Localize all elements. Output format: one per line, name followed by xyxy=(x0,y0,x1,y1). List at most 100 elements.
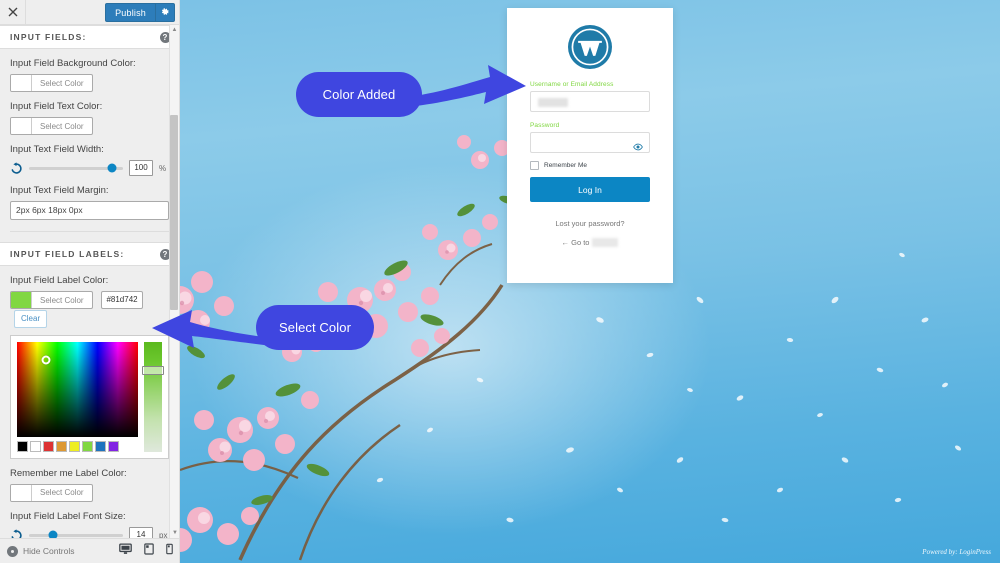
scroll-down-arrow-icon[interactable]: ▼ xyxy=(170,528,179,538)
control-input-text-field-margin: Input Text Field Margin: 2px 6px 18px 0p… xyxy=(0,176,179,221)
password-input[interactable] xyxy=(530,132,650,153)
control-remember-me-label-color: Remember me Label Color: Select Color xyxy=(0,459,179,502)
tablet-glyph xyxy=(144,543,154,555)
desktop-glyph xyxy=(119,543,132,554)
customizer-footer: Hide Controls xyxy=(0,538,179,563)
select-color-button[interactable]: Select Color xyxy=(10,117,93,136)
gear-glyph xyxy=(161,8,169,15)
picker-left xyxy=(17,341,138,452)
username-input[interactable] xyxy=(530,91,650,112)
section-title: INPUT FIELDS: xyxy=(10,32,87,42)
sidebar-scrollbar[interactable]: ▲ ▼ xyxy=(169,25,179,538)
control-label: Input Field Label Font Size: xyxy=(10,511,126,523)
control-label: Input Field Text Color: xyxy=(10,101,103,113)
swatch-orange[interactable] xyxy=(56,440,67,452)
reset-icon[interactable] xyxy=(10,162,23,175)
lost-password-link[interactable]: Lost your password? xyxy=(530,219,650,228)
control-label: Input Field Label Color: xyxy=(10,275,109,287)
divider xyxy=(10,231,169,233)
color-swatch-preview xyxy=(11,292,32,309)
blossom-branch-left xyxy=(180,243,504,561)
login-links: Lost your password? ← Go to xyxy=(530,202,650,250)
picker-cursor[interactable] xyxy=(41,355,51,365)
select-color-label: Select Color xyxy=(40,295,84,305)
select-color-button[interactable]: Select Color xyxy=(10,291,93,310)
hex-value-input[interactable]: #81d742 xyxy=(101,291,144,310)
device-preview-switcher xyxy=(119,542,173,560)
slider-value-input[interactable]: 100 xyxy=(129,160,153,177)
saturation-value-box[interactable] xyxy=(17,341,138,437)
swatch-red[interactable] xyxy=(43,440,54,452)
slider-track[interactable] xyxy=(29,530,123,538)
sidebar-controls: INPUT FIELDS: ? Input Field Background C… xyxy=(0,25,179,538)
close-x-glyph xyxy=(8,7,17,17)
customizer-sidebar: Publish INPUT FIELDS: ? Input Field Back… xyxy=(0,0,180,563)
slider-row: 100 % xyxy=(10,160,169,177)
select-color-button[interactable]: Select Color xyxy=(10,483,93,502)
login-form-card: Username or Email Address Password Remem… xyxy=(507,8,673,283)
wordpress-logo-icon[interactable] xyxy=(568,25,612,69)
eye-icon[interactable] xyxy=(633,138,643,156)
hide-controls-icon xyxy=(7,545,18,557)
control-label: Remember me Label Color: xyxy=(10,467,127,479)
desktop-icon[interactable] xyxy=(119,542,132,560)
section-header-input-fields[interactable]: INPUT FIELDS: ? xyxy=(0,25,179,49)
slider-track[interactable] xyxy=(29,163,123,173)
hue-slider-handle[interactable] xyxy=(142,366,164,376)
customizer-screen: Publish INPUT FIELDS: ? Input Field Back… xyxy=(0,0,1000,563)
slider-knob[interactable] xyxy=(48,530,58,538)
color-swatch-preview xyxy=(11,484,32,501)
control-input-text-field-width: Input Text Field Width: 100 % xyxy=(0,135,179,177)
powered-by-label: Powered by: LoginPress xyxy=(922,548,991,556)
control-input-field-background-color: Input Field Background Color: Select Col… xyxy=(0,49,179,92)
slider-unit: % xyxy=(159,163,167,173)
hue-slider-strip[interactable] xyxy=(142,341,164,452)
select-color-label: Select Color xyxy=(40,78,84,88)
sidebar-scroll-area[interactable]: INPUT FIELDS: ? Input Field Background C… xyxy=(0,25,179,538)
publish-group: Publish xyxy=(105,2,175,22)
margin-text-input[interactable]: 2px 6px 18px 0px xyxy=(10,201,169,221)
gear-icon[interactable] xyxy=(155,2,175,22)
swatch-green[interactable] xyxy=(82,440,93,452)
control-input-field-label-font-size: Input Field Label Font Size: 14 px xyxy=(0,502,179,538)
callout-text: Color Added xyxy=(322,87,396,102)
logo-area xyxy=(507,8,673,69)
go-to-site-link[interactable]: ← Go to xyxy=(562,238,619,247)
color-swatch-preview xyxy=(11,118,32,135)
section-header-input-field-labels[interactable]: INPUT FIELD LABELS: ? xyxy=(0,242,179,267)
arrow-color-added xyxy=(415,65,526,106)
close-icon[interactable] xyxy=(0,0,26,24)
tablet-icon[interactable] xyxy=(144,542,154,560)
swatch-purple[interactable] xyxy=(108,440,119,452)
callout-text: Select Color xyxy=(278,320,351,335)
mobile-icon[interactable] xyxy=(166,542,173,560)
control-label: Input Field Background Color: xyxy=(10,58,136,69)
swatch-black[interactable] xyxy=(17,440,28,452)
remember-me-row: Remember Me xyxy=(530,161,650,170)
falling-petals xyxy=(376,246,962,523)
control-input-field-text-color: Input Field Text Color: Select Color xyxy=(0,92,179,136)
swatch-blue[interactable] xyxy=(95,440,106,452)
remember-me-label: Remember Me xyxy=(544,162,587,169)
clear-button[interactable]: Clear xyxy=(14,309,48,328)
hide-controls-button[interactable]: Hide Controls xyxy=(7,545,75,557)
remember-me-checkbox[interactable] xyxy=(530,161,539,170)
slider-value-input[interactable]: 14 xyxy=(129,527,153,538)
publish-button[interactable]: Publish xyxy=(105,2,155,22)
control-label: Input Text Field Width: xyxy=(10,144,104,156)
hue-strip-gradient xyxy=(144,341,162,452)
select-color-label: Select Color xyxy=(40,121,84,131)
scroll-up-arrow-icon[interactable]: ▲ xyxy=(170,25,179,35)
swatch-white[interactable] xyxy=(30,440,41,452)
slider-knob[interactable] xyxy=(107,163,117,173)
reset-icon[interactable] xyxy=(10,528,23,538)
hide-controls-label: Hide Controls xyxy=(23,546,75,556)
site-name-redacted xyxy=(592,238,619,247)
select-color-button[interactable]: Select Color xyxy=(10,74,93,92)
username-label: Username or Email Address xyxy=(530,81,614,88)
select-color-label: Select Color xyxy=(40,488,84,498)
scrollbar-thumb[interactable] xyxy=(170,115,178,310)
swatch-row xyxy=(17,440,138,452)
swatch-yellow[interactable] xyxy=(69,440,80,452)
login-submit-button[interactable]: Log In xyxy=(530,177,650,202)
